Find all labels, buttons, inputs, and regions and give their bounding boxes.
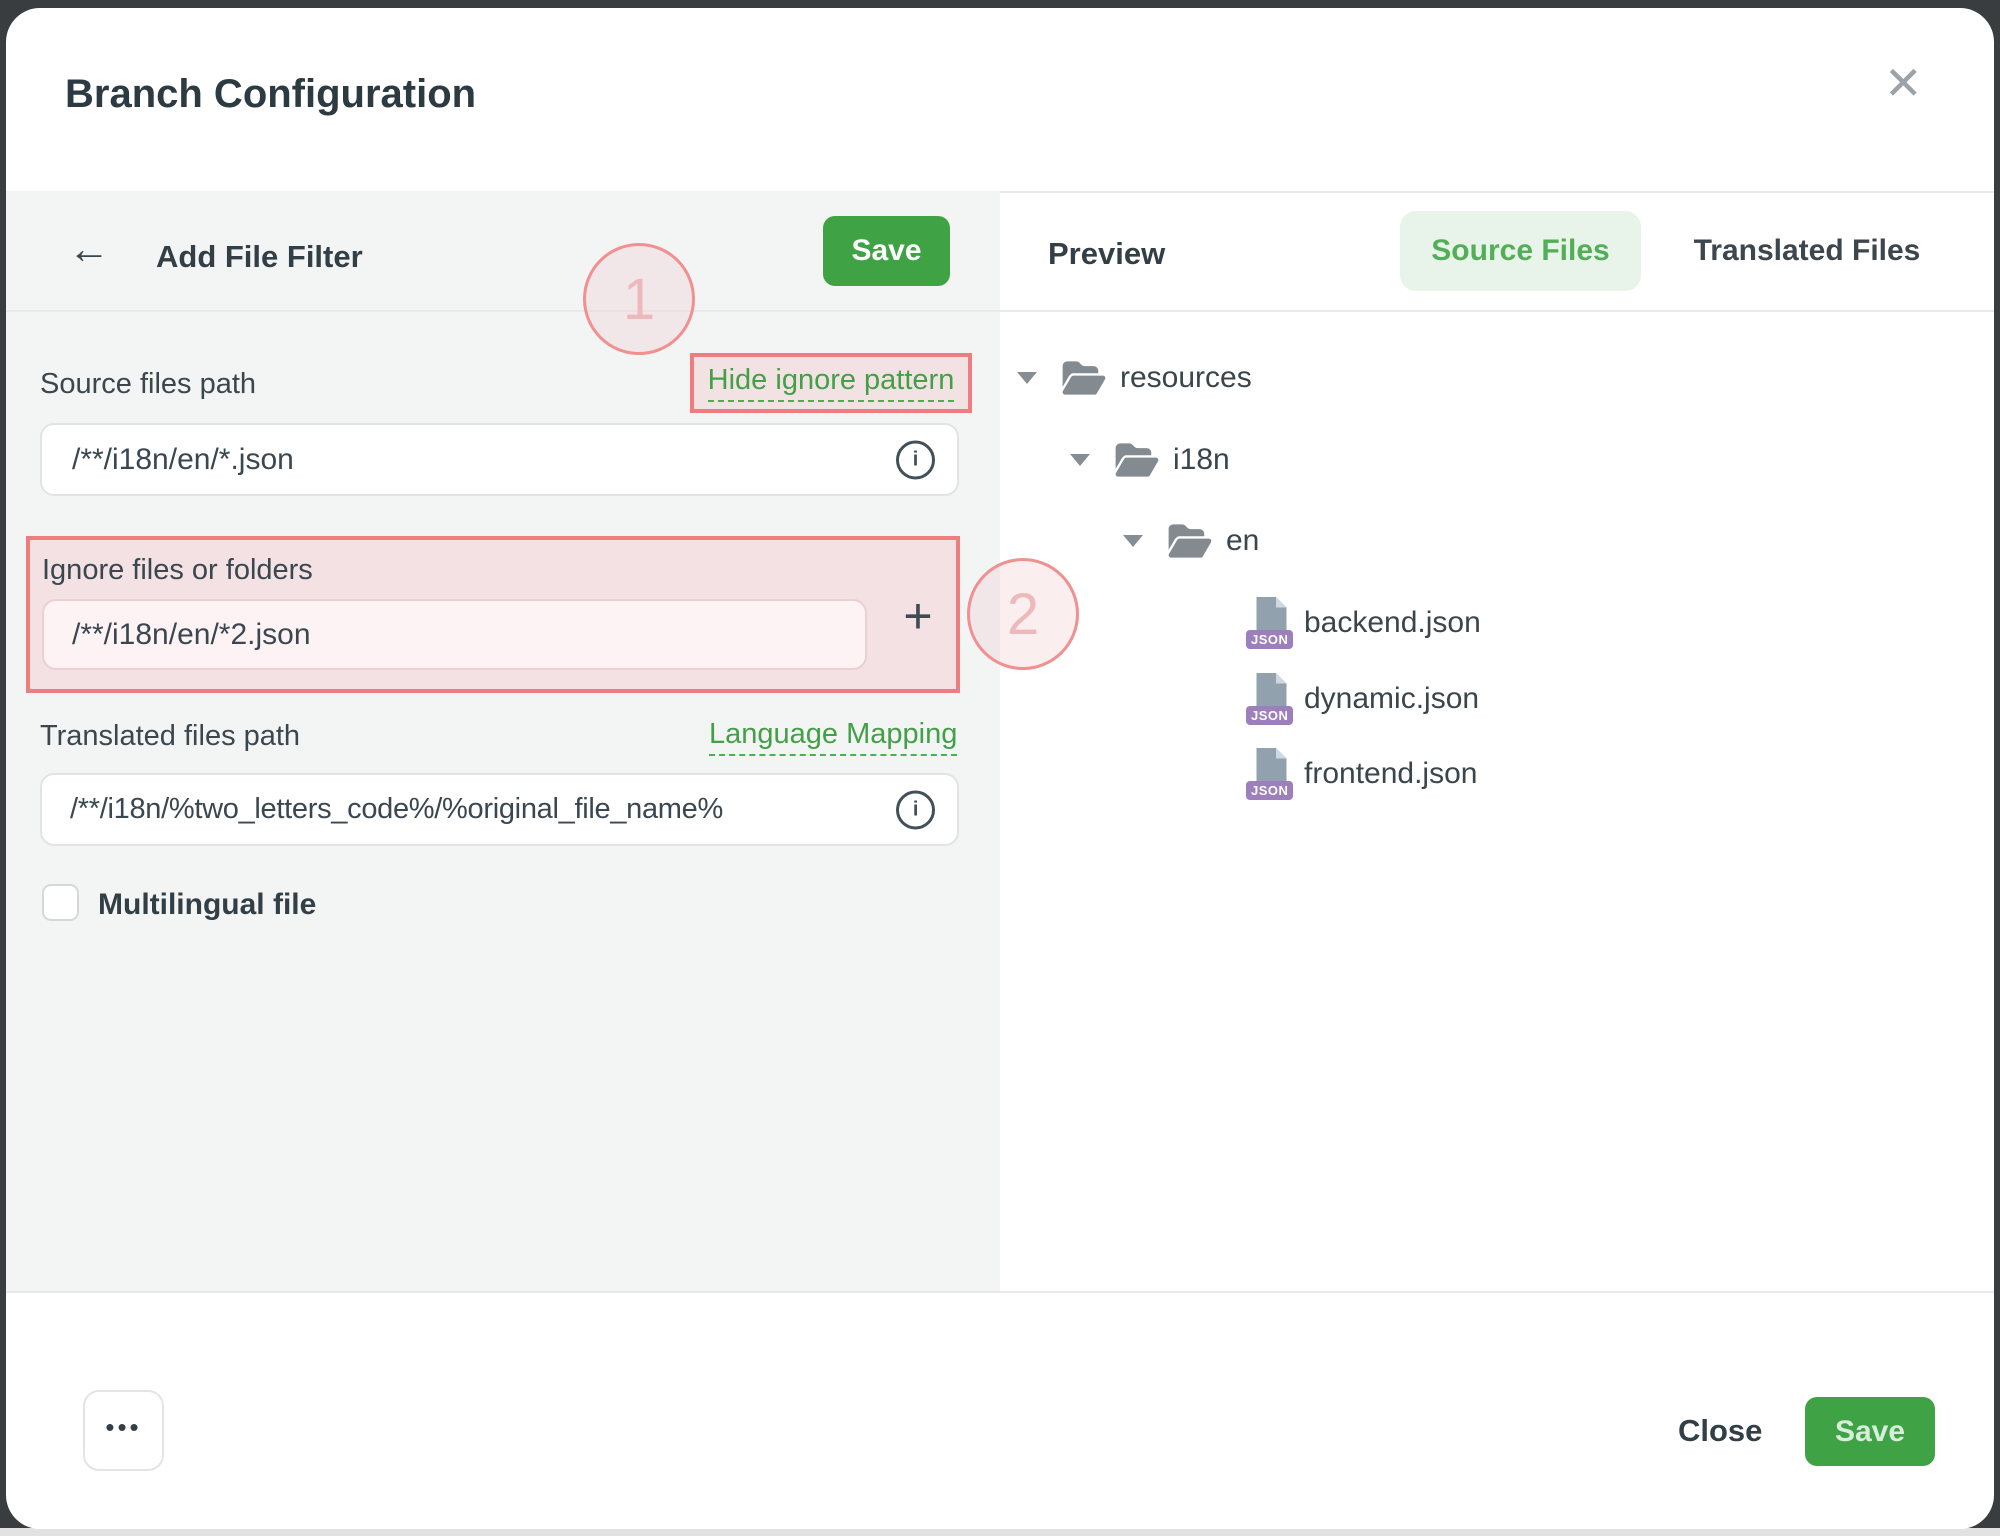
annotation-number: 1 [623,266,655,333]
tree-item-i18n[interactable]: i18n [1070,438,1230,482]
tree-item-frontend-json[interactable]: JSON frontend.json [1246,748,1477,800]
more-options-button[interactable]: ••• [83,1390,164,1471]
chevron-down-icon[interactable] [1017,372,1037,384]
tree-item-backend-json[interactable]: JSON backend.json [1246,597,1481,649]
ellipsis-icon: ••• [105,1414,141,1440]
multilingual-file-checkbox[interactable] [42,884,79,921]
json-badge: JSON [1246,706,1293,725]
add-file-filter-heading: Add File Filter [156,239,363,275]
add-ignore-pattern-button[interactable]: + [890,584,946,648]
json-file-icon: JSON [1246,673,1294,725]
folder-open-icon [1167,522,1213,560]
tab-source-files[interactable]: Source Files [1400,211,1641,291]
info-icon[interactable]: i [896,440,935,479]
close-icon[interactable]: ✕ [1884,60,1923,106]
tree-item-resources[interactable]: resources [1017,356,1252,400]
ignore-pattern-value: /**/i18n/en/*2.json [72,618,311,652]
tab-translated-files[interactable]: Translated Files [1660,211,1954,291]
tree-item-label: en [1226,524,1259,558]
screen: Branch Configuration ✕ ← Add File Filter… [0,0,2000,1536]
ignore-files-label: Ignore files or folders [42,554,313,587]
tree-item-dynamic-json[interactable]: JSON dynamic.json [1246,673,1479,725]
close-button[interactable]: Close [1678,1413,1762,1449]
source-files-path-label: Source files path [40,368,256,401]
chevron-down-icon[interactable] [1070,454,1090,466]
info-icon[interactable]: i [896,790,935,829]
json-file-icon: JSON [1246,597,1294,649]
source-files-path-value: /**/i18n/en/*.json [72,443,294,477]
translated-files-path-label: Translated files path [40,720,300,753]
branch-configuration-dialog: Branch Configuration ✕ ← Add File Filter… [6,8,1994,1529]
annotation-circle-2: 2 [967,558,1079,670]
translated-files-path-value: /**/i18n/%two_letters_code%/%original_fi… [70,793,723,826]
tree-item-label: dynamic.json [1304,682,1479,716]
dialog-save-button[interactable]: Save [1805,1397,1935,1466]
page-background-strip [0,1528,2000,1536]
folder-open-icon [1114,441,1160,479]
json-badge: JSON [1246,630,1293,649]
dialog-title: Branch Configuration [65,72,476,117]
back-arrow-icon[interactable]: ← [68,228,110,270]
annotation-number: 2 [1007,581,1039,648]
language-mapping-link[interactable]: Language Mapping [709,718,957,756]
tree-item-label: frontend.json [1304,757,1477,791]
hide-ignore-pattern-link[interactable]: Hide ignore pattern [708,364,955,402]
tree-item-label: i18n [1173,443,1230,477]
source-files-path-input[interactable]: /**/i18n/en/*.json i [40,423,959,496]
tree-item-label: backend.json [1304,606,1481,640]
ignore-pattern-input[interactable]: /**/i18n/en/*2.json [42,599,867,670]
filter-save-button[interactable]: Save [823,216,950,286]
tree-item-label: resources [1120,361,1252,395]
preview-title: Preview [1048,236,1165,272]
multilingual-file-label: Multilingual file [98,888,316,922]
json-file-icon: JSON [1246,748,1294,800]
json-badge: JSON [1246,781,1293,800]
folder-open-icon [1061,359,1107,397]
translated-files-path-input[interactable]: /**/i18n/%two_letters_code%/%original_fi… [40,773,959,846]
annotation-circle-1: 1 [583,243,695,355]
subheader-divider [6,310,1994,312]
footer-divider [6,1291,1994,1293]
hide-ignore-pattern-highlight: Hide ignore pattern [690,353,972,413]
chevron-down-icon[interactable] [1123,535,1143,547]
tree-item-en[interactable]: en [1123,519,1259,563]
ignore-pattern-highlight: Ignore files or folders /**/i18n/en/*2.j… [26,536,960,693]
